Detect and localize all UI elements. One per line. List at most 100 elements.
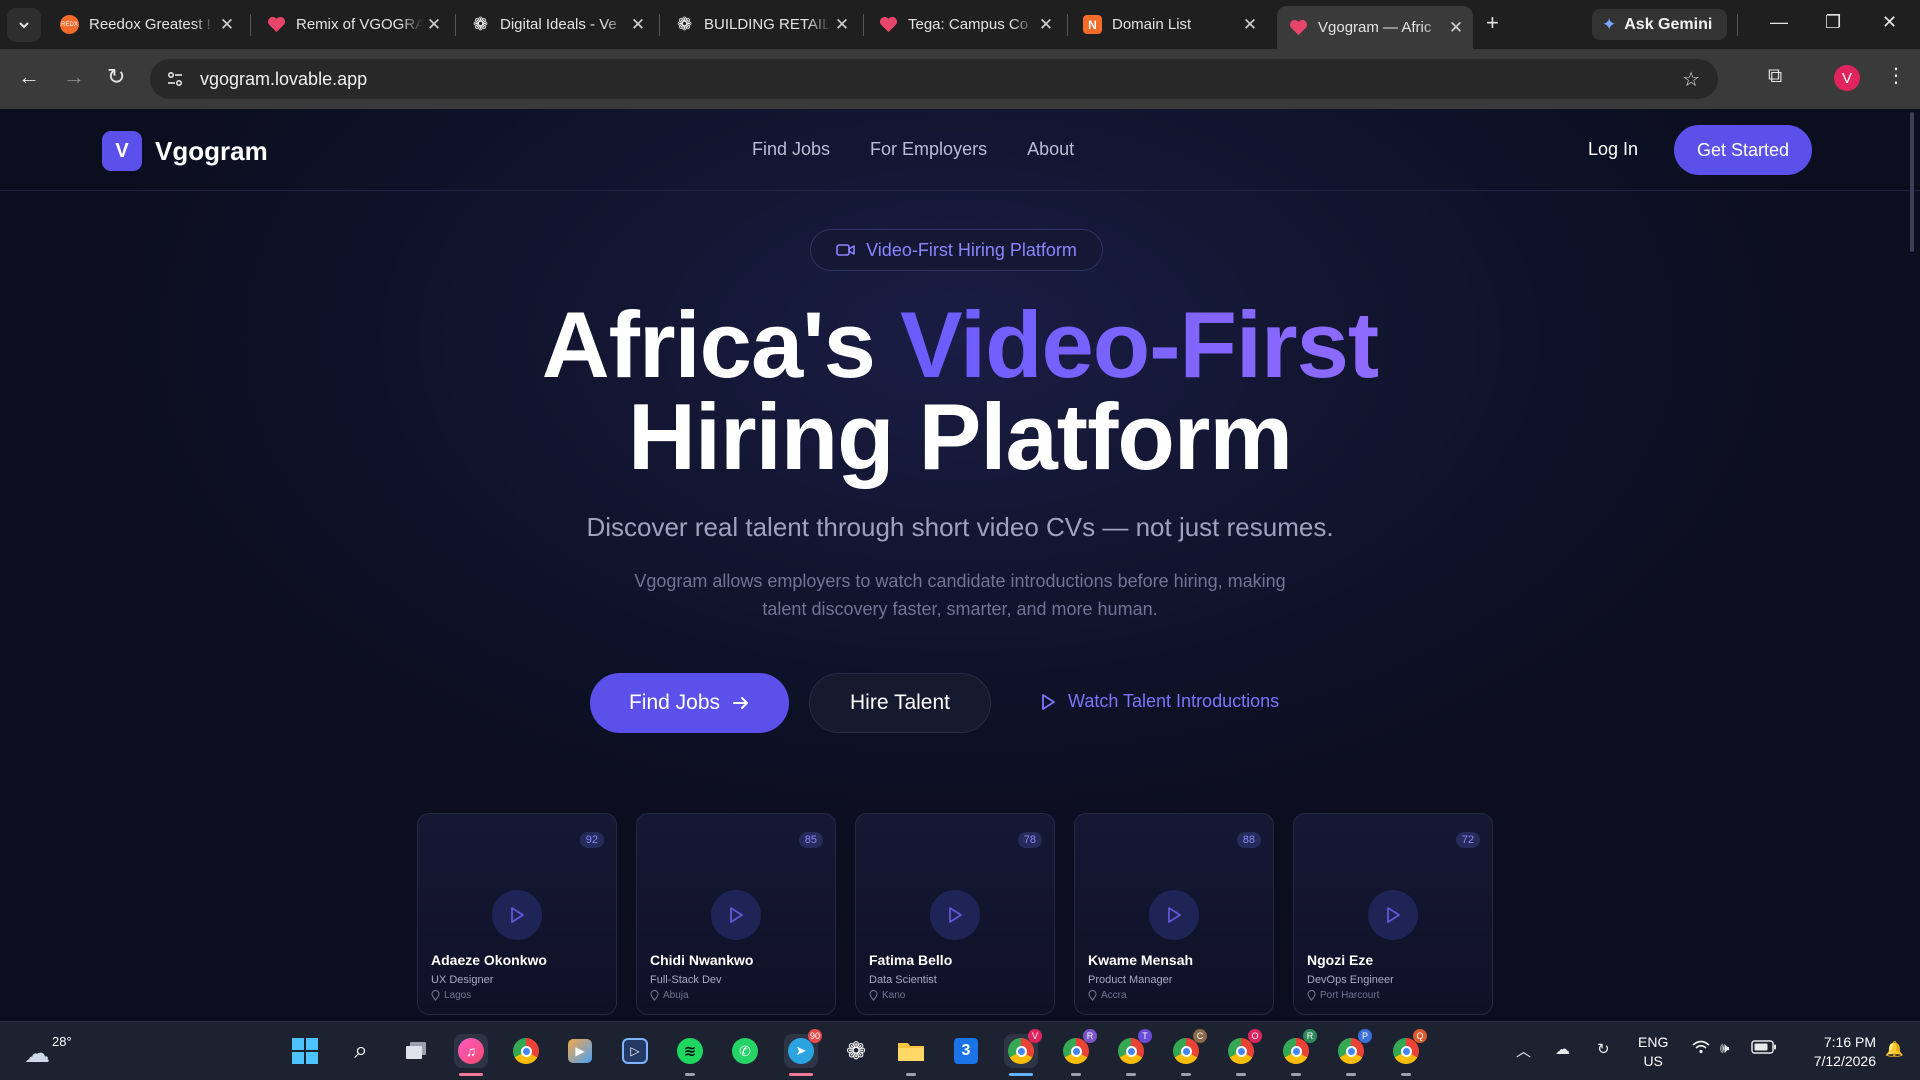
profile-badge: Q <box>1413 1029 1427 1043</box>
play-video-icon[interactable] <box>1368 890 1418 940</box>
chrome-profile-v-icon[interactable]: V <box>1004 1029 1042 1076</box>
login-link[interactable]: Log In <box>1588 139 1638 160</box>
chrome-profile-r2-icon[interactable]: R <box>1279 1029 1317 1076</box>
tab-search-button[interactable] <box>7 8 41 42</box>
play-video-icon[interactable] <box>1149 890 1199 940</box>
spotify-icon[interactable]: ≋ <box>673 1034 707 1076</box>
running-indicator <box>1181 1073 1191 1076</box>
chrome-profile-q-icon[interactable]: Q <box>1389 1029 1427 1076</box>
profile-badge: C <box>1193 1029 1207 1043</box>
sync-app-icon[interactable]: ↻ <box>1597 1040 1610 1058</box>
url-text[interactable]: vgogram.lovable.app <box>200 69 367 90</box>
candidate-card[interactable]: 72 Ngozi Eze DevOps Engineer Port Harcou… <box>1293 813 1493 1015</box>
word-app-icon[interactable]: 3 <box>949 1034 983 1068</box>
lang-line1: ENG <box>1638 1034 1669 1050</box>
find-jobs-button[interactable]: Find Jobs <box>590 673 789 733</box>
reload-icon[interactable]: ↻ <box>107 64 125 90</box>
weather-widget[interactable]: ☁ 28° <box>24 1034 72 1069</box>
browser-tab-active[interactable]: Vgogram — Afric ✕ <box>1277 6 1473 49</box>
windows-start-icon[interactable] <box>288 1034 322 1068</box>
tab-close-icon[interactable]: ✕ <box>627 15 649 35</box>
chrome-profile-r-icon[interactable]: R <box>1059 1029 1097 1076</box>
chatgpt-icon[interactable]: ❁ <box>839 1034 873 1068</box>
input-language-indicator[interactable]: ENG US <box>1638 1033 1668 1071</box>
system-clock[interactable]: 7:16 PM 7/12/2026 <box>1796 1033 1876 1071</box>
get-started-button[interactable]: Get Started <box>1674 125 1812 175</box>
whatsapp-icon[interactable]: ✆ <box>728 1034 762 1068</box>
nav-link-for-employers[interactable]: For Employers <box>870 139 987 160</box>
battery-icon[interactable] <box>1751 1040 1777 1058</box>
bookmark-star-icon[interactable]: ☆ <box>1682 67 1700 92</box>
score-badge: 88 <box>1236 832 1261 848</box>
chrome-profile-c-icon[interactable]: C <box>1169 1029 1207 1076</box>
chrome-icon[interactable] <box>509 1034 543 1068</box>
brand[interactable]: V Vgogram <box>102 131 268 171</box>
candidate-role: DevOps Engineer <box>1307 974 1394 986</box>
search-icon[interactable]: ⌕ <box>344 1034 378 1068</box>
media-player-icon[interactable]: ▶ <box>563 1034 597 1068</box>
tab-close-icon[interactable]: ✕ <box>1035 15 1057 35</box>
browser-tab[interactable]: REDX Reedox Greatest ! ✕ <box>48 6 244 43</box>
show-hidden-icons-chevron-icon[interactable]: ︿ <box>1516 1040 1531 1061</box>
tab-close-icon[interactable]: ✕ <box>831 15 853 35</box>
hero-title-accent: Video-First <box>899 292 1379 397</box>
notifications-icon[interactable]: 🔔 <box>1885 1040 1904 1058</box>
itunes-icon[interactable]: ♫ <box>454 1034 488 1076</box>
chrome-profile-t-icon[interactable]: T <box>1114 1029 1152 1076</box>
play-video-icon[interactable] <box>492 890 542 940</box>
candidate-card[interactable]: 85 Chidi Nwankwo Full-Stack Dev Abuja <box>636 813 836 1015</box>
site-info-icon[interactable] <box>162 66 188 92</box>
ask-gemini-button[interactable]: ✦ Ask Gemini <box>1592 9 1727 40</box>
back-arrow-icon[interactable]: ← <box>18 64 40 90</box>
tab-close-icon[interactable]: ✕ <box>1239 15 1261 35</box>
browser-tab[interactable]: Remix of VGOGRAM ✕ <box>255 6 451 43</box>
tab-title: Tega: Campus Co <box>908 16 1029 33</box>
tab-close-icon[interactable]: ✕ <box>1445 18 1467 38</box>
tab-close-icon[interactable]: ✕ <box>423 15 445 35</box>
address-bar[interactable]: vgogram.lovable.app ☆ <box>150 59 1718 99</box>
map-pin-icon <box>650 990 659 1001</box>
nav-link-find-jobs[interactable]: Find Jobs <box>752 139 830 160</box>
play-video-icon[interactable] <box>711 890 761 940</box>
onedrive-offline-icon[interactable]: ☁ <box>1555 1040 1570 1058</box>
new-tab-button[interactable]: + <box>1486 10 1499 36</box>
candidate-location: Port Harcourt <box>1307 990 1379 1001</box>
location-label: Abuja <box>663 990 689 1001</box>
brand-name: Vgogram <box>155 135 268 166</box>
browser-menu-icon[interactable]: ⋮ <box>1886 63 1906 88</box>
restore-window-icon[interactable]: ❐ <box>1825 12 1841 33</box>
minimize-window-icon[interactable]: — <box>1770 12 1788 33</box>
page-scrollbar[interactable] <box>1910 112 1914 252</box>
extensions-puzzle-icon[interactable]: ⧉ <box>1768 65 1782 88</box>
browser-tab[interactable]: ❁ Digital Ideals - Ve ✕ <box>459 6 655 43</box>
candidate-card[interactable]: 92 Adaeze Okonkwo UX Designer Lagos <box>417 813 617 1015</box>
volume-icon[interactable]: 🕪 <box>1720 1040 1729 1057</box>
candidate-role: UX Designer <box>431 974 494 986</box>
tab-title: Domain List <box>1112 16 1192 33</box>
candidate-card[interactable]: 88 Kwame Mensah Product Manager Accra <box>1074 813 1274 1015</box>
candidate-name: Kwame Mensah <box>1088 952 1194 968</box>
profile-badge: P <box>1358 1029 1372 1043</box>
chrome-profile-p-icon[interactable]: P <box>1334 1029 1372 1076</box>
video-app-icon[interactable]: ▷ <box>618 1034 652 1068</box>
task-view-icon[interactable] <box>399 1034 433 1068</box>
candidate-card[interactable]: 78 Fatima Bello Data Scientist Kano <box>855 813 1055 1015</box>
watch-introductions-link[interactable]: Watch Talent Introductions <box>1040 691 1279 712</box>
browser-tab[interactable]: N Domain List ✕ <box>1071 6 1267 43</box>
telegram-icon[interactable]: ➤ 90 <box>784 1029 822 1076</box>
play-video-icon[interactable] <box>930 890 980 940</box>
score-badge: 92 <box>579 832 604 848</box>
notification-badge: 90 <box>807 1029 822 1043</box>
close-window-icon[interactable]: ✕ <box>1882 12 1897 33</box>
forward-arrow-icon[interactable]: → <box>63 64 85 90</box>
tab-close-icon[interactable]: ✕ <box>216 15 238 35</box>
wifi-icon[interactable] <box>1692 1040 1710 1058</box>
nav-link-about[interactable]: About <box>1027 139 1074 160</box>
hire-talent-button[interactable]: Hire Talent <box>809 673 991 733</box>
browser-tab[interactable]: Tega: Campus Co ✕ <box>867 6 1063 43</box>
browser-tab[interactable]: ❁ BUILDING RETAIL ✕ <box>663 6 859 43</box>
profile-avatar[interactable]: V <box>1834 65 1860 91</box>
video-camera-icon <box>836 244 855 256</box>
file-explorer-icon[interactable] <box>894 1034 928 1076</box>
chrome-profile-o-icon[interactable]: O <box>1224 1029 1262 1076</box>
